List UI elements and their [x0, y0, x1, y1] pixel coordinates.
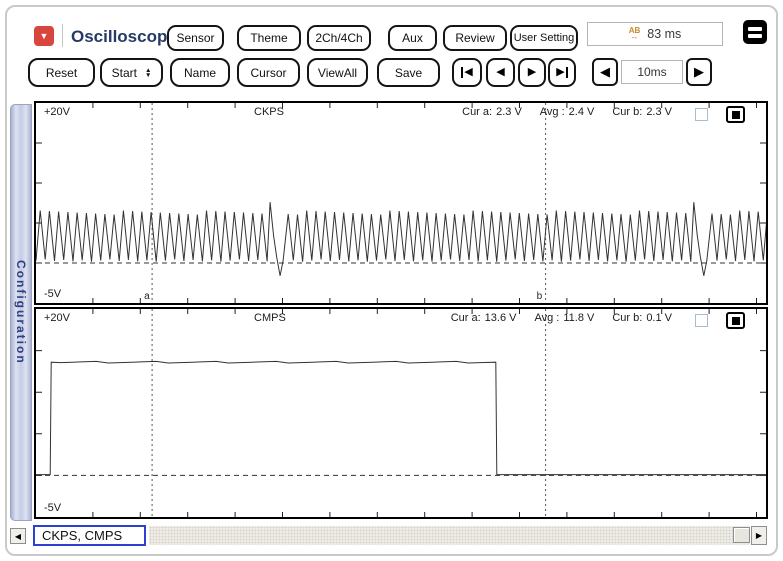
channel-1-readout: Cur a: 2.3 V Avg : 2.4 V Cur b: 2.3 V	[462, 106, 672, 118]
step-back-button[interactable]: ◀	[486, 58, 515, 87]
channel-2-name: CMPS	[254, 312, 286, 324]
ab-range-icon: AB↔	[629, 28, 641, 40]
channel-2-checkbox[interactable]	[695, 314, 708, 327]
cursor-b-readout-label: Cur b:	[612, 312, 642, 324]
cursor-b-readout-value: 0.1 V	[646, 312, 672, 324]
name-button[interactable]: Name	[170, 58, 230, 87]
theme-button[interactable]: Theme	[237, 25, 301, 51]
channel-2-bottom-voltage-label: -5V	[44, 502, 61, 514]
channel-1-top-voltage-label: +20V	[44, 106, 70, 118]
scroll-right-button[interactable]: ▶	[751, 526, 767, 545]
title-divider	[62, 24, 63, 47]
channel-1-checkbox[interactable]	[695, 108, 708, 121]
cursor-button[interactable]: Cursor	[237, 58, 300, 87]
skip-to-start-button[interactable]: ◀	[452, 58, 482, 87]
menu-icon	[748, 27, 762, 31]
app-menu-button[interactable]: ▼	[34, 26, 54, 46]
scroll-right-icon: ▶	[756, 531, 762, 540]
channel-2-color-button[interactable]	[726, 312, 745, 329]
skip-end-icon: ▶	[556, 67, 564, 78]
ckps-waveform-plot[interactable]	[36, 103, 766, 303]
avg-readout-value: 2.4 V	[569, 106, 595, 118]
dropdown-triangle-icon: ▼	[40, 31, 49, 41]
scroll-left-button[interactable]: ◀	[10, 528, 26, 544]
step-forward-button[interactable]: ▶	[518, 58, 546, 87]
reset-button[interactable]: Reset	[28, 58, 95, 87]
review-button[interactable]: Review	[443, 25, 507, 51]
sensor-button[interactable]: Sensor	[167, 25, 224, 51]
skip-to-end-button[interactable]: ▶	[548, 58, 576, 87]
start-spinner-icon: ▲▼	[145, 68, 151, 78]
channel-2-top-voltage-label: +20V	[44, 312, 70, 324]
scroll-left-icon: ◀	[15, 532, 21, 541]
cursor-delta-value: 83 ms	[647, 27, 681, 41]
page-title: Oscilloscope	[71, 27, 177, 47]
channel-1-color-button[interactable]	[726, 106, 745, 123]
start-button-label: Start	[112, 66, 137, 80]
cursor-delta-display: AB↔ 83 ms	[587, 22, 723, 46]
menu-icon	[748, 34, 762, 38]
skip-start-icon	[461, 67, 463, 78]
cursor-a-label[interactable]: a	[144, 291, 150, 302]
channel-1-color-swatch	[732, 111, 740, 119]
channel-2-color-swatch	[732, 317, 740, 325]
cursor-a-readout-value: 13.6 V	[485, 312, 517, 324]
cursor-a-readout-value: 2.3 V	[496, 106, 522, 118]
cursor-a-readout-label: Cur a:	[462, 106, 492, 118]
aux-button[interactable]: Aux	[388, 25, 437, 51]
timebase-right-icon: ▶	[694, 64, 704, 80]
channel-1-name: CKPS	[254, 106, 284, 118]
configuration-tab-label: Configuration	[14, 260, 28, 365]
channel-2-panel: +20V CMPS Cur a: 13.6 V Avg : 11.8 V Cur b…	[34, 307, 768, 519]
start-button[interactable]: Start ▲▼	[100, 58, 163, 87]
channel-1-panel: +20V CKPS Cur a: 2.3 V Avg : 2.4 V Cur b: 2…	[34, 101, 768, 305]
skip-end-icon	[566, 67, 568, 78]
cursor-b-readout-value: 2.3 V	[646, 106, 672, 118]
app-window: ▼ Oscilloscope Sensor Theme 2Ch/4Ch Aux …	[0, 0, 783, 561]
avg-readout-label: Avg :	[534, 312, 559, 324]
skip-start-icon: ◀	[464, 67, 472, 78]
channel-names-label: CKPS, CMPS	[42, 528, 122, 543]
avg-readout-label: Avg :	[540, 106, 565, 118]
step-forward-icon: ▶	[528, 67, 536, 78]
scrollbar-thumb[interactable]	[733, 527, 750, 543]
step-back-icon: ◀	[496, 67, 504, 78]
timebase-left-icon: ◀	[600, 64, 610, 80]
cmps-waveform-plot[interactable]	[36, 309, 766, 517]
avg-readout-value: 11.8 V	[563, 312, 594, 324]
timebase-decrease-button[interactable]: ◀	[592, 58, 618, 86]
timebase-value: 10ms	[621, 60, 683, 84]
save-button[interactable]: Save	[377, 58, 440, 87]
channel-2-readout: Cur a: 13.6 V Avg : 11.8 V Cur b: 0.1 V	[451, 312, 672, 324]
timebase-increase-button[interactable]: ▶	[686, 58, 712, 86]
cursor-a-readout-label: Cur a:	[451, 312, 481, 324]
configuration-tab[interactable]: Configuration	[10, 104, 32, 521]
cursor-b-readout-label: Cur b:	[612, 106, 642, 118]
viewall-button[interactable]: ViewAll	[307, 58, 368, 87]
channel-names-box[interactable]: CKPS, CMPS	[33, 525, 146, 546]
channel-mode-button[interactable]: 2Ch/4Ch	[307, 25, 371, 51]
cursor-b-label[interactable]: b	[537, 291, 543, 302]
menu-button[interactable]	[743, 20, 767, 44]
user-setting-button[interactable]: User Setting	[510, 25, 578, 51]
channel-1-bottom-voltage-label: -5V	[44, 288, 61, 300]
scrollbar-track[interactable]	[149, 526, 750, 545]
